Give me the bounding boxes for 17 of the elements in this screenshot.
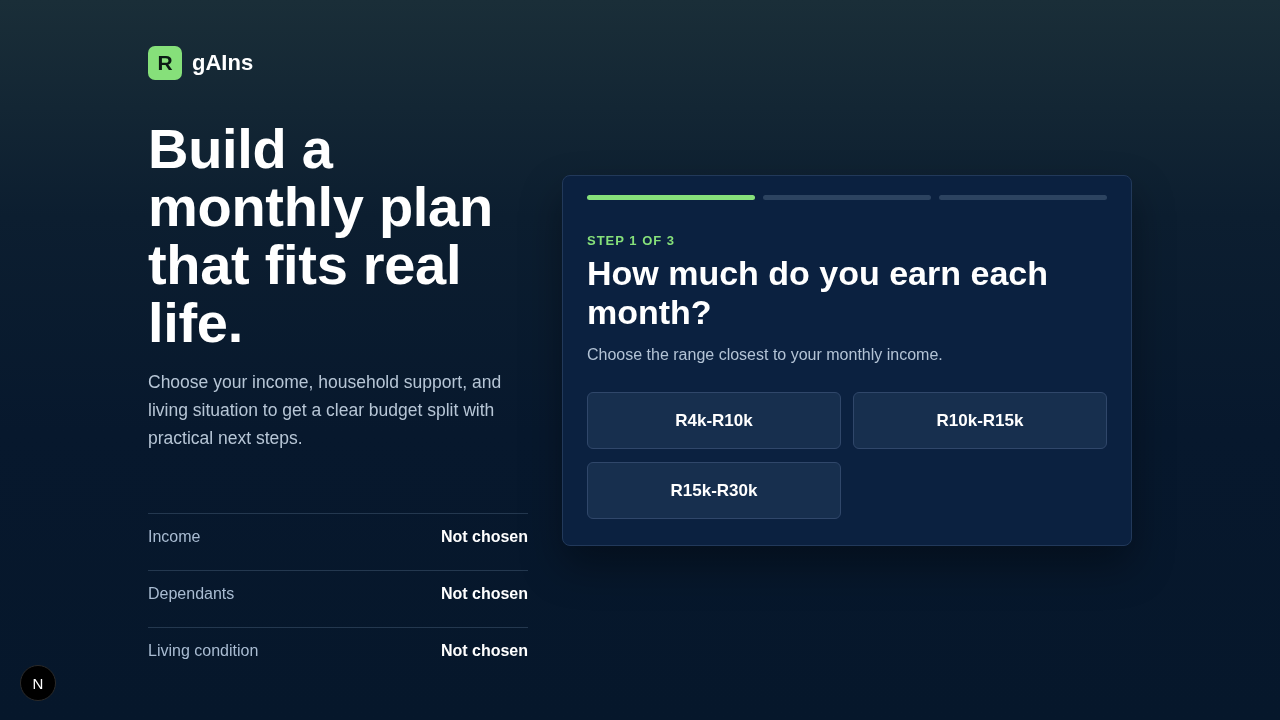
question-title: How much do you earn each month? [587, 254, 1049, 332]
summary-value: Not chosen [440, 642, 528, 660]
hero-headline: Build a monthly plan that fits real life. [148, 120, 494, 352]
summary-label: Dependants [148, 585, 235, 603]
brand-name: gAIns [192, 50, 254, 76]
summary-label: Living condition [148, 642, 259, 660]
income-option-button[interactable]: R4k-R10k [587, 392, 841, 449]
dev-indicator-button[interactable]: N [20, 665, 56, 701]
summary-value: Not chosen [440, 528, 528, 546]
summary-value: Not chosen [440, 585, 528, 603]
income-option-button[interactable]: R15k-R30k [587, 462, 841, 519]
hero-description: Choose your income, household support, and living situation to get a clear budget split with practical next steps. [148, 371, 503, 450]
brand-logo: R [148, 46, 182, 80]
step-label: STEP 1 OF 3 [587, 233, 677, 248]
income-option-button[interactable]: R10k-R15k [853, 392, 1107, 449]
summary-label: Income [148, 528, 201, 546]
question-hint: Choose the range closest to your monthly income. [587, 345, 944, 365]
